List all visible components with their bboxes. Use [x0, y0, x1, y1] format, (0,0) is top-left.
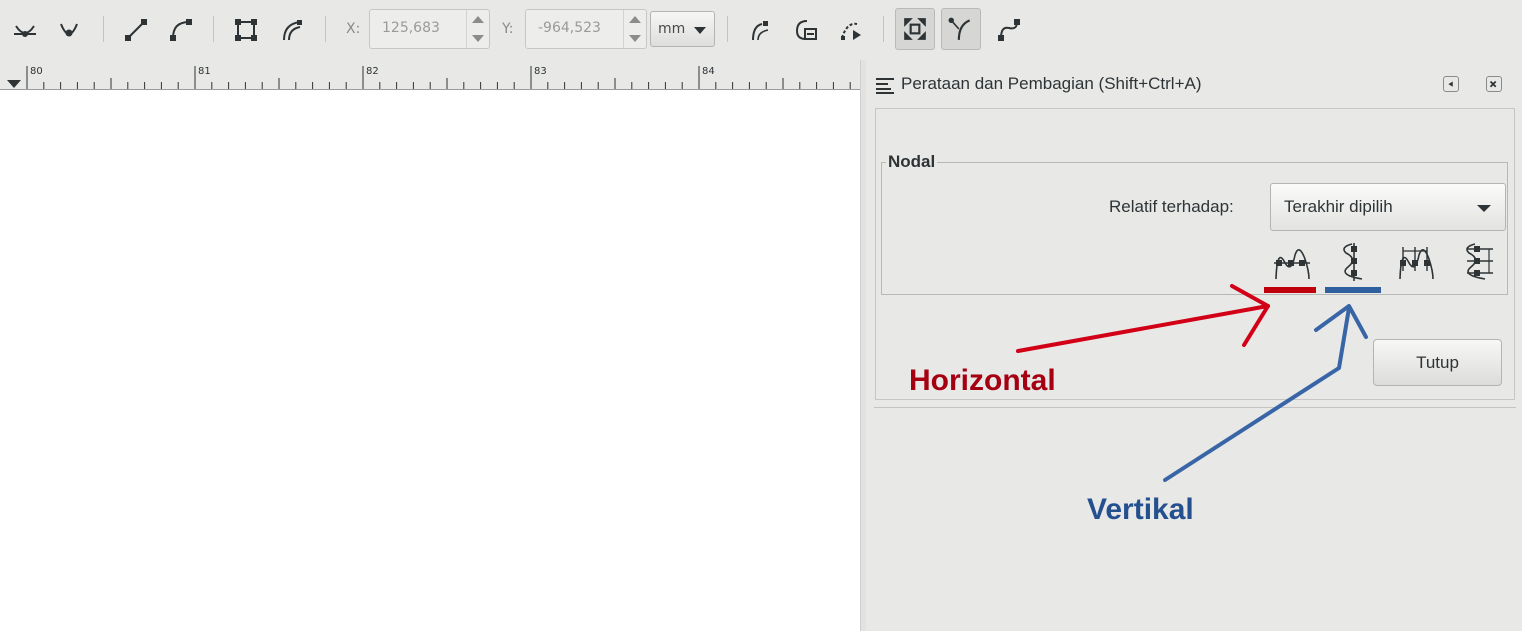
next-path-effect-parameter-icon[interactable]	[745, 12, 775, 48]
x-coordinate-label: X:	[346, 21, 361, 37]
y-coordinate-label: Y:	[502, 21, 514, 37]
close-button[interactable]: Tutup	[1373, 339, 1502, 386]
mask-icon[interactable]	[836, 12, 866, 48]
ruler-label: 80	[30, 66, 43, 77]
make-selected-nodes-symmetric-icon[interactable]	[10, 12, 40, 48]
x-coordinate-value: 125,683	[382, 20, 440, 36]
convert-object-to-path-icon[interactable]	[231, 12, 261, 48]
distribute-nodes-horizontal-icon[interactable]	[1393, 240, 1439, 284]
y-coordinate-value: -964,523	[538, 20, 601, 36]
ruler-label: 82	[366, 66, 379, 77]
unit-value: mm	[658, 21, 686, 37]
dock-divider	[874, 407, 1516, 408]
iconify-panel-icon[interactable]	[1443, 76, 1459, 92]
show-path-outline-icon[interactable]	[994, 12, 1024, 48]
x-coordinate-input[interactable]: 125,683	[369, 9, 490, 49]
x-spin-buttons[interactable]	[466, 10, 489, 48]
show-transform-handles-icon[interactable]	[895, 8, 935, 50]
horizontal-annotation-label: Horizontal	[909, 364, 1056, 397]
y-coordinate-input[interactable]: -964,523	[525, 9, 647, 49]
ruler-label: 84	[702, 66, 715, 77]
dock-title: Perataan dan Pembagian (Shift+Ctrl+A)	[901, 74, 1202, 93]
make-segments-curves-icon[interactable]	[166, 12, 196, 48]
align-left-icon	[876, 78, 894, 94]
unit-dropdown[interactable]: mm	[650, 11, 715, 47]
toolbar-separator	[325, 16, 326, 42]
toolbar-separator	[103, 16, 104, 42]
show-bezier-handles-icon[interactable]	[941, 8, 981, 50]
relative-to-dropdown[interactable]: Terakhir dipilih	[1270, 183, 1506, 231]
vertical-annotation-label: Vertikal	[1087, 493, 1194, 526]
relative-to-value: Terakhir dipilih	[1284, 197, 1393, 216]
horizontal-ruler: 80 81 82 83 84	[0, 60, 860, 90]
relative-to-label: Relatif terhadap:	[1109, 197, 1234, 216]
distribute-nodes-vertical-icon[interactable]	[1453, 240, 1499, 284]
clip-path-icon[interactable]	[791, 12, 821, 48]
drawing-canvas[interactable]	[0, 90, 860, 631]
y-spin-buttons[interactable]	[623, 10, 646, 48]
node-toolbar: X: 125,683 Y: -964,523 mm	[0, 0, 1522, 60]
ruler-label: 83	[534, 66, 547, 77]
chevron-down-icon	[1477, 205, 1491, 212]
ruler-label: 81	[198, 66, 211, 77]
align-nodes-vertical-icon[interactable]	[1330, 240, 1376, 284]
nodes-section-label: Nodal	[886, 152, 938, 172]
convert-stroke-to-path-icon[interactable]	[277, 12, 307, 48]
chevron-down-icon	[694, 27, 706, 34]
close-panel-icon[interactable]	[1486, 76, 1502, 92]
toolbar-separator	[727, 16, 728, 42]
align-nodes-horizontal-icon[interactable]	[1269, 240, 1315, 284]
make-selected-nodes-auto-smooth-icon[interactable]	[54, 12, 84, 48]
make-segments-lines-icon[interactable]	[121, 12, 151, 48]
toolbar-separator	[213, 16, 214, 42]
toolbar-separator	[883, 16, 884, 42]
